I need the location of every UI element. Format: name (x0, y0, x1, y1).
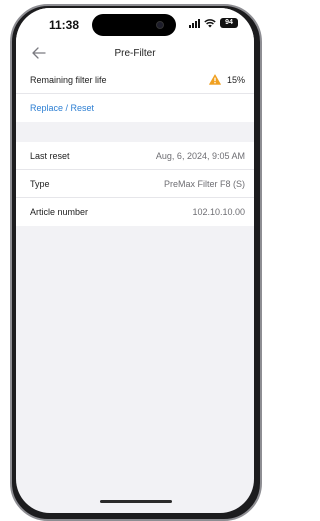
last-reset-row: Last reset Aug, 6, 2024, 9:05 AM (16, 142, 254, 170)
remaining-life-status: 15% (209, 74, 245, 85)
replace-reset-row[interactable]: Replace / Reset (16, 94, 254, 122)
article-number-label: Article number (30, 207, 89, 217)
wifi-icon (204, 18, 216, 27)
type-row: Type PreMax Filter F8 (S) (16, 170, 254, 198)
article-number-value: 102.10.10.00 (192, 207, 245, 217)
filter-life-card: Remaining filter life 15% Replace / Rese… (16, 66, 254, 122)
status-bar: 11:38 94 (16, 8, 254, 36)
battery-icon: 94 (220, 18, 238, 28)
remaining-life-value: 15% (226, 74, 245, 85)
remaining-life-label: Remaining filter life (30, 74, 107, 85)
front-camera (156, 21, 164, 29)
home-indicator[interactable] (100, 500, 172, 503)
type-label: Type (30, 178, 50, 189)
page-title: Pre-Filter (114, 48, 156, 59)
last-reset-label: Last reset (30, 150, 70, 161)
last-reset-value: Aug, 6, 2024, 9:05 AM (155, 150, 245, 161)
type-value: PreMax Filter F8 (S) (163, 178, 245, 189)
app-screen: 11:38 94 Pre-Filter Remaining filter lif… (16, 8, 254, 513)
article-number-row: Article number 102.10.10.00 (16, 198, 254, 226)
filter-details-card: Last reset Aug, 6, 2024, 9:05 AM Type Pr… (16, 142, 254, 226)
status-time: 11:38 (49, 18, 80, 32)
status-icons: 94 (189, 18, 238, 28)
replace-reset-link[interactable]: Replace / Reset (30, 103, 94, 113)
dynamic-island (92, 14, 176, 36)
signal-icon (189, 18, 200, 28)
nav-bar: Pre-Filter (16, 36, 254, 70)
warning-icon (209, 74, 221, 85)
remaining-life-row: Remaining filter life 15% (16, 66, 254, 94)
